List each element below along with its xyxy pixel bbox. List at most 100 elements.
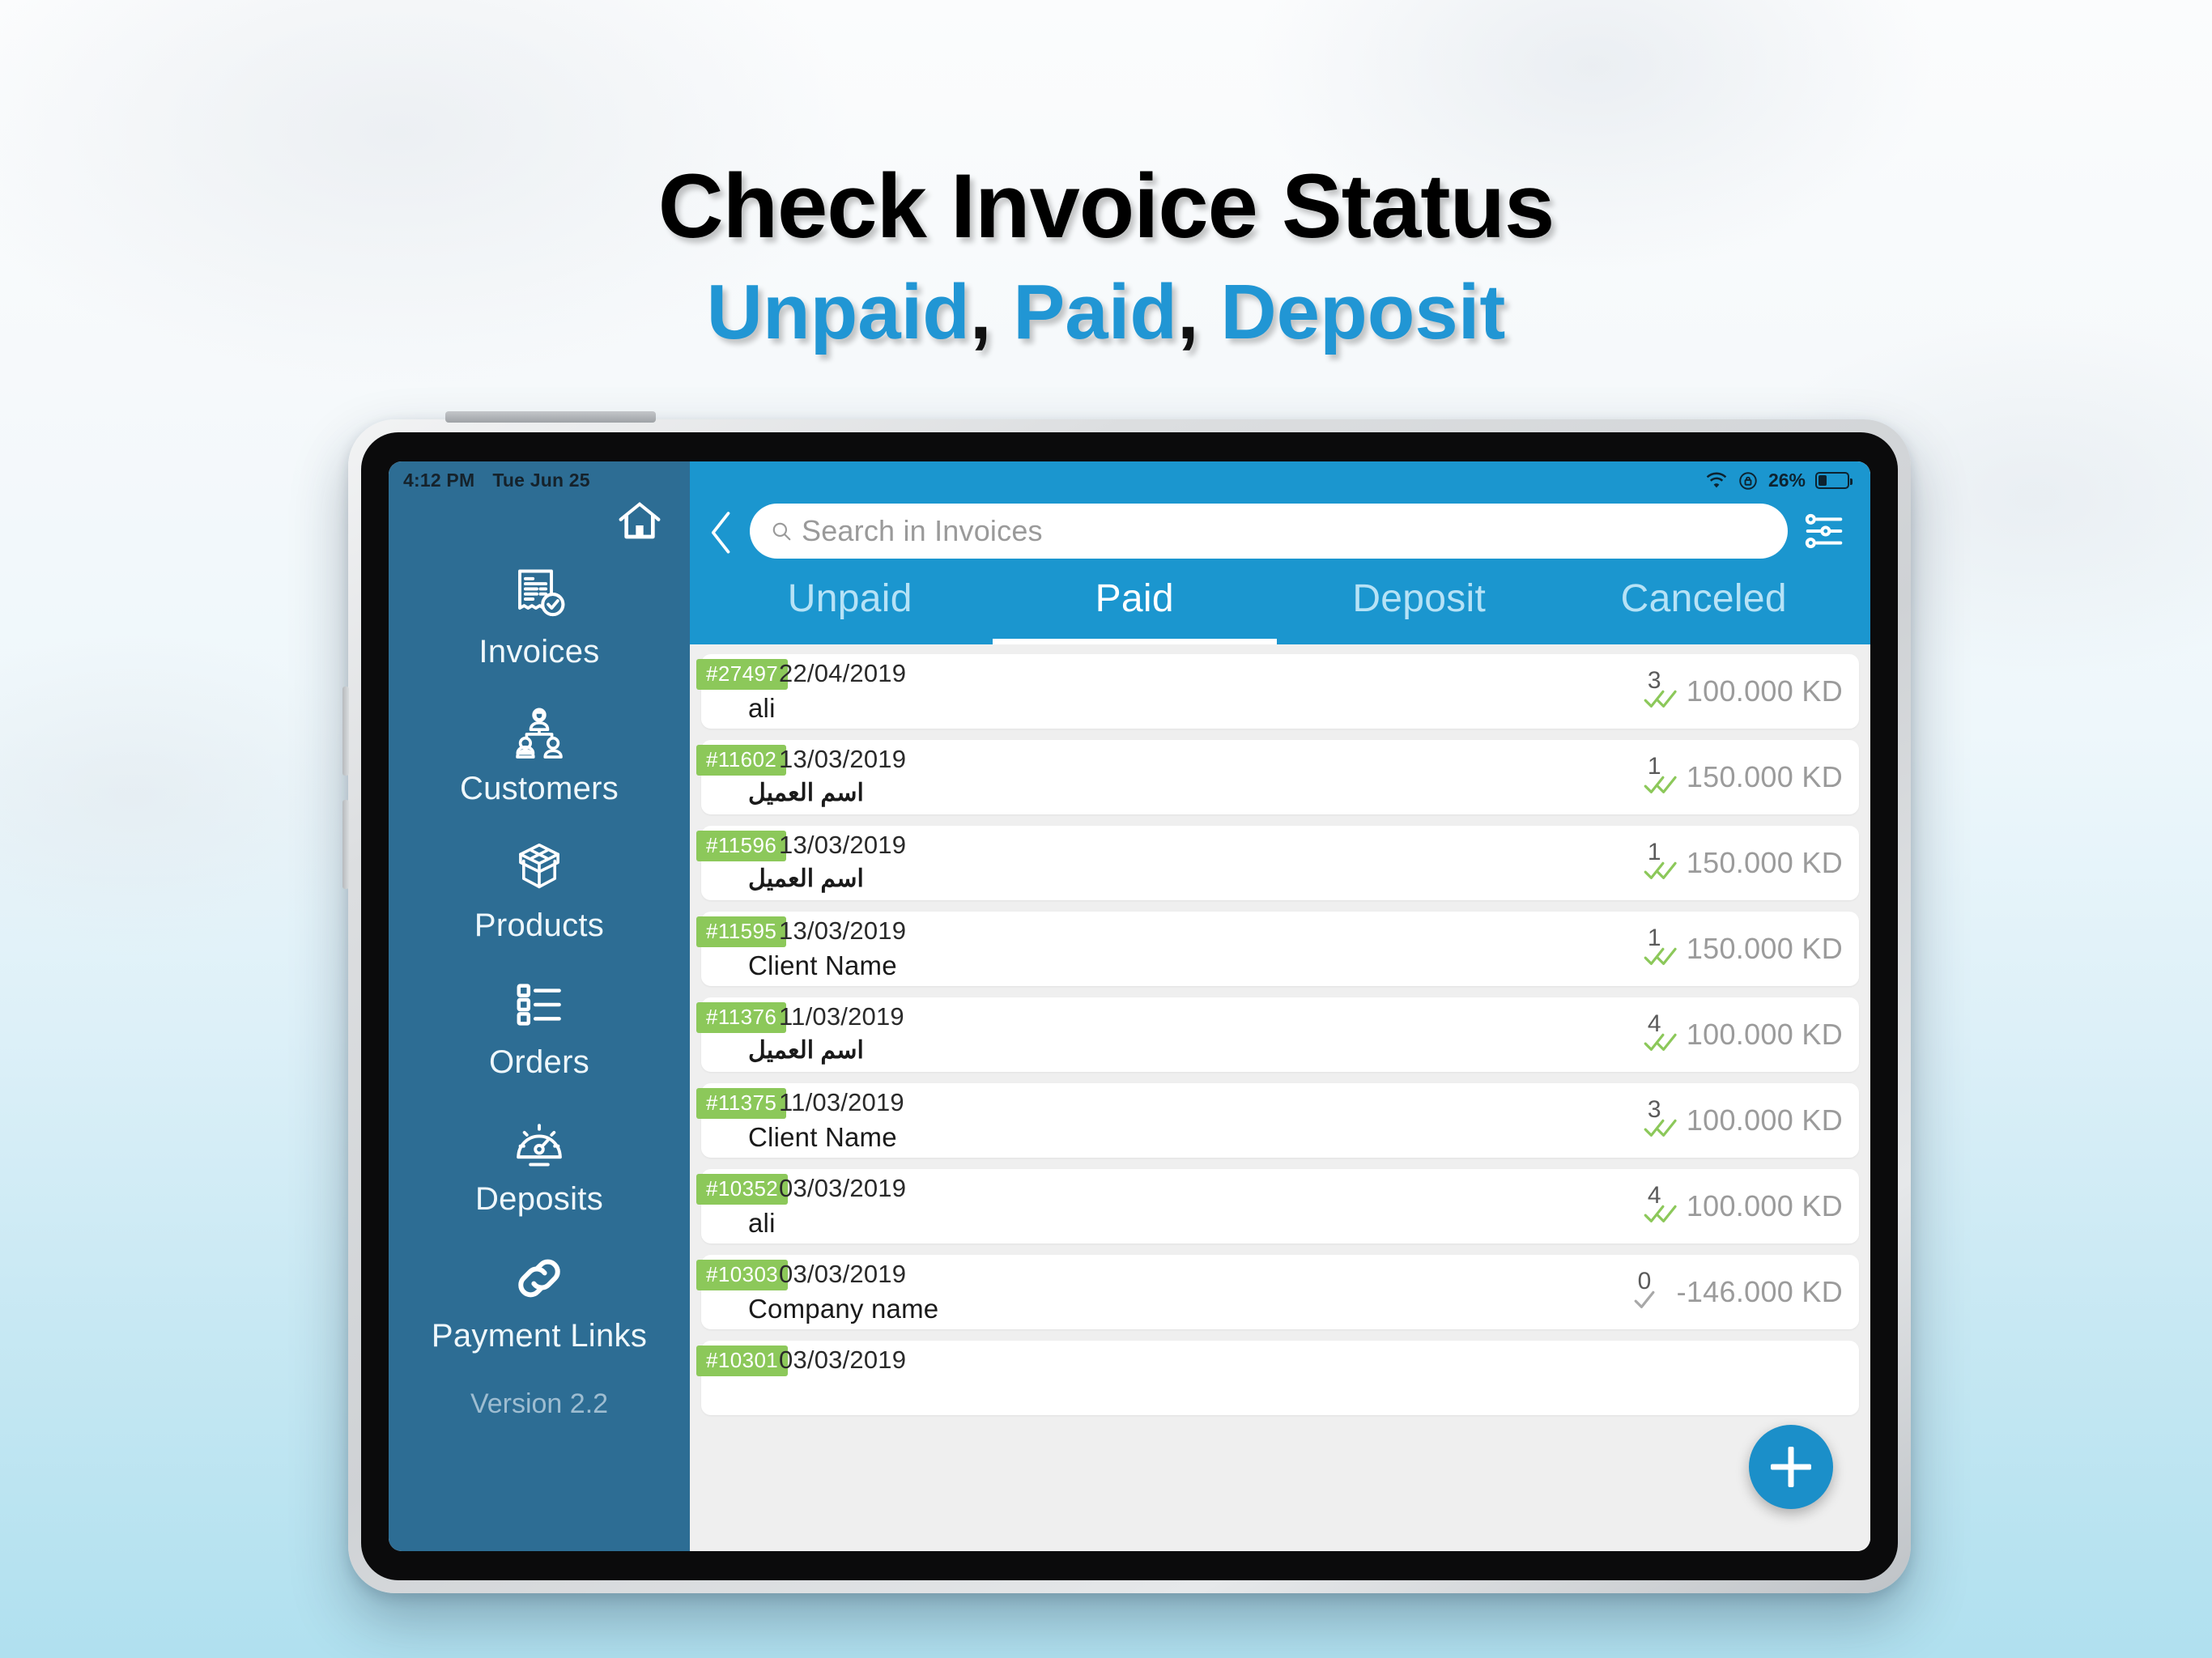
battery-percent-label: 26%	[1767, 470, 1806, 491]
table-row[interactable]: #11376 11/03/2019 اسم العميل 4 100.000 K…	[696, 997, 1859, 1072]
invoice-amount: 100.000 KD	[1686, 1189, 1843, 1222]
invoice-id-badge: #10301	[696, 1346, 789, 1376]
invoice-date: 22/04/2019	[779, 659, 907, 687]
search-icon	[771, 521, 792, 542]
invoice-row-right: 4 100.000 KD	[1643, 1182, 1843, 1224]
invoice-amount: 100.000 KD	[1686, 674, 1843, 708]
invoice-item-count-wrap: 3	[1643, 667, 1678, 709]
invoice-amount: -146.000 KD	[1676, 1275, 1843, 1308]
invoice-client-name: Company name	[748, 1294, 939, 1324]
tablet-volume-up-button	[342, 687, 349, 776]
invoice-id-badge: #11376	[696, 1002, 787, 1033]
invoice-date: 11/03/2019	[779, 1002, 904, 1031]
headline-sep-2: ,	[1177, 268, 1199, 355]
invoice-id-badge: #27497	[696, 659, 789, 690]
headline-sep-1: ,	[969, 268, 992, 355]
tab-canceled[interactable]: Canceled	[1562, 576, 1847, 644]
search-input[interactable]: Search in Invoices	[750, 504, 1788, 559]
invoice-amount: 100.000 KD	[1686, 1103, 1843, 1137]
invoice-id-badge: #11595	[696, 916, 787, 947]
invoice-client-name: اسم العميل	[748, 865, 864, 892]
sidebar-item-label: Invoices	[479, 634, 600, 670]
invoice-row-right: 3 100.000 KD	[1643, 667, 1843, 709]
tab-deposit[interactable]: Deposit	[1277, 576, 1562, 644]
invoice-id-badge: #10303	[696, 1260, 789, 1290]
table-row[interactable]: #11602 13/03/2019 اسم العميل 1 150.000 K…	[696, 740, 1859, 814]
tablet-volume-down-button	[342, 800, 349, 889]
app-screen: 4:12 PM Tue Jun 25 Invoices Customers Pr…	[389, 461, 1870, 1551]
tab-paid[interactable]: Paid	[992, 576, 1277, 644]
invoice-item-count-wrap: 1	[1643, 839, 1678, 881]
search-placeholder: Search in Invoices	[802, 514, 1043, 547]
invoice-row-right: 0 -146.000 KD	[1633, 1268, 1843, 1310]
invoice-id-badge: #11602	[696, 745, 787, 776]
back-button[interactable]	[708, 509, 735, 554]
invoice-item-count-wrap: 4	[1643, 1010, 1678, 1052]
headline-unpaid: Unpaid	[706, 268, 970, 355]
invoice-item-count-wrap: 4	[1643, 1182, 1678, 1224]
invoice-client-name: Client Name	[748, 1122, 897, 1152]
invoice-id-badge: #11596	[696, 831, 787, 861]
app-version-label: Version 2.2	[470, 1388, 609, 1419]
filter-sliders-icon[interactable]	[1802, 509, 1846, 553]
sidebar-item-label: Products	[474, 908, 605, 943]
headline-paid: Paid	[1013, 268, 1177, 355]
invoice-item-count-wrap: 3	[1643, 1096, 1678, 1138]
invoice-date: 03/03/2019	[779, 1260, 907, 1288]
invoice-date: 13/03/2019	[779, 745, 907, 773]
invoice-client-name: Client Name	[748, 950, 897, 980]
invoices-topbar: Search in Invoices Unpaid Paid Deposit C…	[690, 461, 1870, 644]
table-row[interactable]: #10303 03/03/2019 Company name 0 -146.00…	[696, 1255, 1859, 1329]
sidebar-item-deposits[interactable]: Deposits	[389, 1112, 690, 1218]
table-row[interactable]: #11595 13/03/2019 Client Name 1 150.000 …	[696, 912, 1859, 986]
orders-checklist-icon	[510, 975, 568, 1035]
table-row[interactable]: #10301 03/03/2019	[696, 1341, 1859, 1415]
add-invoice-fab[interactable]	[1749, 1425, 1833, 1509]
status-bar-right: 26%	[1705, 470, 1853, 491]
sidebar-item-products[interactable]: Products	[389, 838, 690, 944]
main-panel: 26% Search in Invoices Unpaid Paid Depos…	[690, 461, 1870, 1551]
lock-rotation-icon	[1738, 470, 1759, 491]
table-row[interactable]: #10352 03/03/2019 ali 4 100.000 KD	[696, 1169, 1859, 1244]
invoice-client-name: اسم العميل	[748, 780, 864, 806]
invoice-amount: 150.000 KD	[1686, 760, 1843, 793]
invoice-date: 03/03/2019	[779, 1174, 907, 1202]
invoice-row-right: 1 150.000 KD	[1643, 753, 1843, 795]
home-icon	[617, 497, 662, 546]
invoice-amount: 150.000 KD	[1686, 932, 1843, 965]
tablet-top-button	[445, 411, 656, 423]
sidebar-item-customers[interactable]: Customers	[389, 701, 690, 807]
table-row[interactable]: #27497 22/04/2019 ali 3 100.000 KD	[696, 654, 1859, 729]
sidebar-item-payment-links[interactable]: Payment Links	[389, 1248, 690, 1354]
customers-group-icon	[510, 701, 568, 761]
product-box-icon	[510, 838, 568, 898]
tab-unpaid[interactable]: Unpaid	[708, 576, 993, 644]
sidebar-menu: Invoices Customers Products Orders Depos…	[389, 564, 690, 1420]
table-row[interactable]: #11596 13/03/2019 اسم العميل 1 150.000 K…	[696, 826, 1859, 900]
sidebar-item-label: Payment Links	[431, 1318, 648, 1354]
headline-line-2: Unpaid, Paid, Deposit	[0, 268, 2212, 355]
invoice-client-name: ali	[748, 1208, 776, 1238]
sidebar-item-label: Orders	[488, 1044, 590, 1080]
deposits-gauge-icon	[510, 1112, 568, 1171]
invoice-date: 03/03/2019	[779, 1346, 907, 1374]
headline-line-1: Check Invoice Status	[657, 155, 1555, 257]
status-bar-time: 4:12 PM	[403, 470, 475, 491]
invoice-id-badge: #10352	[696, 1174, 789, 1205]
sidebar-item-label: Customers	[459, 771, 619, 806]
plus-icon	[1771, 1447, 1811, 1487]
sidebar-item-label: Deposits	[474, 1181, 604, 1217]
invoice-date: 13/03/2019	[779, 831, 907, 859]
sidebar-item-orders[interactable]: Orders	[389, 975, 690, 1081]
invoice-amount: 100.000 KD	[1686, 1018, 1843, 1051]
invoice-client-name: اسم العميل	[748, 1037, 864, 1064]
invoice-date: 11/03/2019	[779, 1088, 904, 1116]
tablet-device-frame: 4:12 PM Tue Jun 25 Invoices Customers Pr…	[342, 411, 1911, 1593]
table-row[interactable]: #11375 11/03/2019 Client Name 3 100.000 …	[696, 1083, 1859, 1158]
invoice-list[interactable]: #27497 22/04/2019 ali 3 100.000 KD #1160…	[690, 644, 1870, 1551]
search-row: Search in Invoices	[708, 504, 1846, 559]
invoice-row-right: 1 150.000 KD	[1643, 925, 1843, 967]
invoice-receipt-check-icon	[510, 564, 568, 624]
chain-link-icon	[510, 1248, 568, 1308]
sidebar-item-invoices[interactable]: Invoices	[389, 564, 690, 670]
